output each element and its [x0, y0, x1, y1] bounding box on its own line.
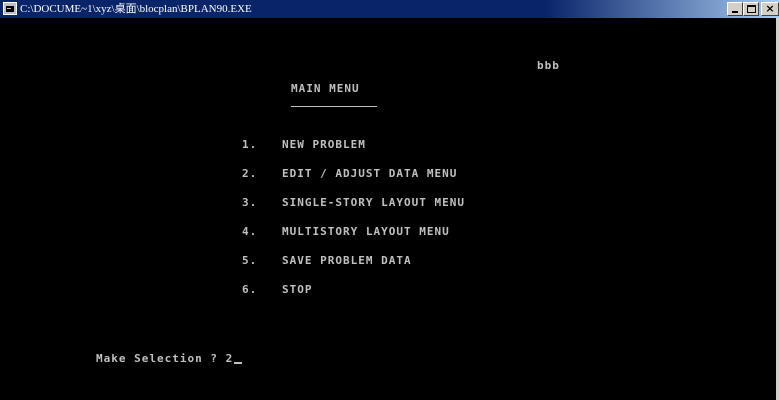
title-bar[interactable]: C:\DOCUME~1\xyz\桌面\blocplan\BPLAN90.EXE … — [0, 0, 779, 18]
menu-item-number: 1. — [242, 138, 258, 151]
selection-input[interactable]: 2 — [226, 352, 234, 365]
menu-item-number: 4. — [242, 225, 258, 238]
menu-item-label: MULTISTORY LAYOUT MENU — [282, 225, 450, 238]
menu-item-number: 3. — [242, 196, 258, 209]
maximize-button[interactable] — [743, 2, 759, 16]
close-button[interactable]: × — [761, 2, 779, 16]
console-output[interactable]: bbb MAIN MENU 1. NEW PROBLEM 2. EDIT / A… — [0, 18, 779, 400]
menu-item-number: 2. — [242, 167, 258, 180]
console-window: C:\DOCUME~1\xyz\桌面\blocplan\BPLAN90.EXE … — [0, 0, 779, 400]
selection-prompt-line[interactable]: Make Selection ? 2 — [96, 352, 243, 366]
user-label: bbb — [537, 59, 560, 72]
menu-item-number: 5. — [242, 254, 258, 267]
menu-title: MAIN MENU — [291, 82, 360, 95]
menu-item-label: EDIT / ADJUST DATA MENU — [282, 167, 458, 180]
close-icon: × — [765, 2, 775, 15]
menu-item-number: 6. — [242, 283, 258, 296]
window-title: C:\DOCUME~1\xyz\桌面\blocplan\BPLAN90.EXE — [20, 3, 252, 15]
menu-item-label: NEW PROBLEM — [282, 138, 366, 151]
minimize-button[interactable] — [727, 2, 743, 16]
minimize-icon — [732, 11, 738, 13]
menu-item-label: STOP — [282, 283, 313, 296]
selection-prompt: Make Selection ? — [96, 352, 218, 365]
menu-title-underline — [291, 106, 377, 107]
menu-item-label: SINGLE-STORY LAYOUT MENU — [282, 196, 465, 209]
text-cursor — [234, 362, 243, 364]
menu-item-label: SAVE PROBLEM DATA — [282, 254, 412, 267]
console-icon[interactable] — [3, 2, 17, 15]
maximize-icon — [747, 5, 756, 13]
